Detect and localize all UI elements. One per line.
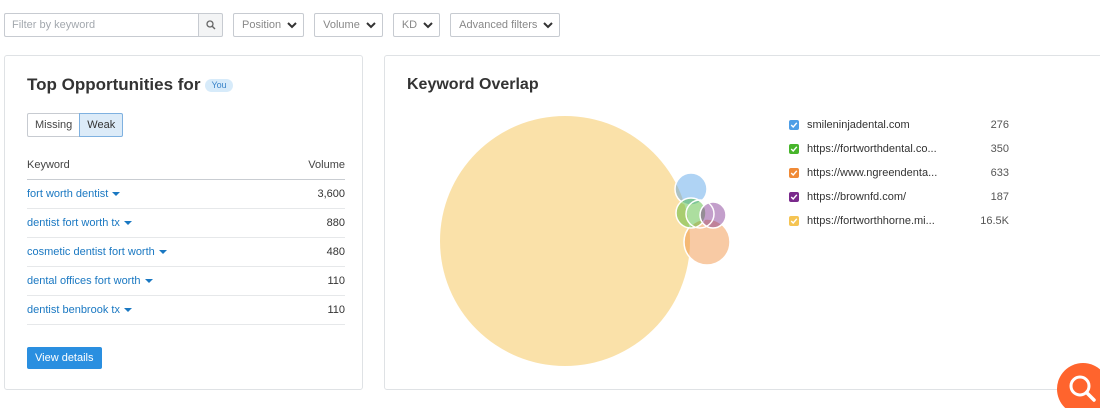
chevron-down-icon xyxy=(287,21,297,28)
keyword-link[interactable]: cosmetic dentist fort worth xyxy=(27,246,167,258)
position-dropdown-label: Position xyxy=(242,19,282,31)
legend-label: https://fortworthhorne.mi... xyxy=(807,215,935,227)
position-dropdown[interactable]: Position xyxy=(233,13,305,37)
table-row: cosmetic dentist fort worth 480 xyxy=(27,238,345,267)
legend-item[interactable]: https://fortworthdental.co... 350 xyxy=(789,137,1009,161)
keyword-column-header: Keyword xyxy=(27,158,70,171)
keyword-volume: 3,600 xyxy=(317,188,345,200)
legend-checkbox[interactable] xyxy=(789,192,799,202)
keyword-text: dentist benbrook tx xyxy=(27,304,120,316)
legend-value: 350 xyxy=(990,143,1009,155)
chevron-down-icon xyxy=(543,21,554,28)
volume-column-header: Volume xyxy=(308,158,345,171)
caret-down-icon[interactable] xyxy=(158,250,167,254)
check-icon xyxy=(790,170,798,177)
keyword-link[interactable]: fort worth dentist xyxy=(27,188,121,200)
legend-item[interactable]: smileninjadental.com 276 xyxy=(789,113,1009,137)
legend-checkbox[interactable] xyxy=(789,144,799,154)
legend-value: 16.5K xyxy=(980,215,1009,227)
venn-circle-brownfd[interactable] xyxy=(699,201,727,229)
volume-dropdown[interactable]: Volume xyxy=(314,13,383,37)
keyword-table-header: Keyword Volume xyxy=(27,150,345,180)
check-icon xyxy=(790,146,798,153)
tab-weak[interactable]: Weak xyxy=(79,113,124,137)
keyword-text: dental offices fort worth xyxy=(27,275,141,287)
legend-value: 633 xyxy=(990,167,1009,179)
chevron-down-icon xyxy=(366,21,376,28)
keyword-volume: 480 xyxy=(326,246,345,258)
keyword-volume: 110 xyxy=(327,304,345,316)
keyword-link[interactable]: dentist fort worth tx xyxy=(27,217,132,229)
check-icon xyxy=(790,218,798,225)
caret-down-icon[interactable] xyxy=(123,308,132,312)
legend-checkbox[interactable] xyxy=(789,216,799,226)
legend-value: 276 xyxy=(990,119,1009,131)
legend-item[interactable]: https://fortworthhorne.mi... 16.5K xyxy=(789,209,1009,233)
legend-label: https://brownfd.com/ xyxy=(807,191,907,203)
top-opportunities-card: Top Opportunities for You Missing Weak K… xyxy=(4,55,363,390)
keyword-volume: 880 xyxy=(326,217,345,229)
check-icon xyxy=(790,194,798,201)
venn-circle-fortworthhorne[interactable] xyxy=(440,116,690,366)
table-row: fort worth dentist 3,600 xyxy=(27,180,345,209)
legend-label: https://www.ngreendenta... xyxy=(807,167,938,179)
search-button[interactable] xyxy=(198,13,223,37)
tab-missing[interactable]: Missing xyxy=(27,113,81,137)
caret-down-icon[interactable] xyxy=(123,221,132,225)
keyword-filter xyxy=(4,13,223,37)
overlap-legend: smileninjadental.com 276 https://fortwor… xyxy=(789,113,1009,233)
table-row: dentist fort worth tx 880 xyxy=(27,209,345,238)
keyword-text: fort worth dentist xyxy=(27,188,109,200)
advanced-filters-dropdown[interactable]: Advanced filters xyxy=(450,13,561,37)
legend-value: 187 xyxy=(990,191,1009,203)
you-badge: You xyxy=(205,78,233,92)
keyword-volume: 110 xyxy=(327,275,345,287)
legend-item[interactable]: https://brownfd.com/ 187 xyxy=(789,185,1009,209)
keyword-text: cosmetic dentist fort worth xyxy=(27,246,155,258)
kd-dropdown-label: KD xyxy=(401,19,418,31)
filter-bar: Position Volume KD Advanced filters xyxy=(4,13,561,37)
keyword-link[interactable]: dental offices fort worth xyxy=(27,275,153,287)
legend-label: smileninjadental.com xyxy=(807,119,910,131)
search-icon xyxy=(205,20,215,30)
keyword-overlap-card: Keyword Overlap smileninjadental.com 276… xyxy=(384,55,1100,390)
opportunity-type-toggle: Missing Weak xyxy=(27,113,124,137)
caret-down-icon[interactable] xyxy=(112,192,121,196)
keyword-text: dentist fort worth tx xyxy=(27,217,120,229)
keyword-link[interactable]: dentist benbrook tx xyxy=(27,304,132,316)
view-details-button[interactable]: View details xyxy=(27,347,102,369)
table-row: dental offices fort worth 110 xyxy=(27,267,345,296)
top-opportunities-title: Top Opportunities for You xyxy=(27,75,233,95)
legend-label: https://fortworthdental.co... xyxy=(807,143,937,155)
legend-checkbox[interactable] xyxy=(789,120,799,130)
legend-checkbox[interactable] xyxy=(789,168,799,178)
table-row: dentist benbrook tx 110 xyxy=(27,296,345,325)
help-search-icon xyxy=(1069,375,1096,402)
keyword-filter-input[interactable] xyxy=(4,13,198,37)
check-icon xyxy=(790,122,798,129)
top-opportunities-title-text: Top Opportunities for xyxy=(27,75,201,94)
chevron-down-icon xyxy=(423,21,433,28)
advanced-filters-label: Advanced filters xyxy=(459,19,538,31)
kd-dropdown[interactable]: KD xyxy=(392,13,441,37)
volume-dropdown-label: Volume xyxy=(323,19,360,31)
caret-down-icon[interactable] xyxy=(144,279,153,283)
keyword-table: Keyword Volume fort worth dentist 3,600 … xyxy=(27,150,345,325)
legend-item[interactable]: https://www.ngreendenta... 633 xyxy=(789,161,1009,185)
